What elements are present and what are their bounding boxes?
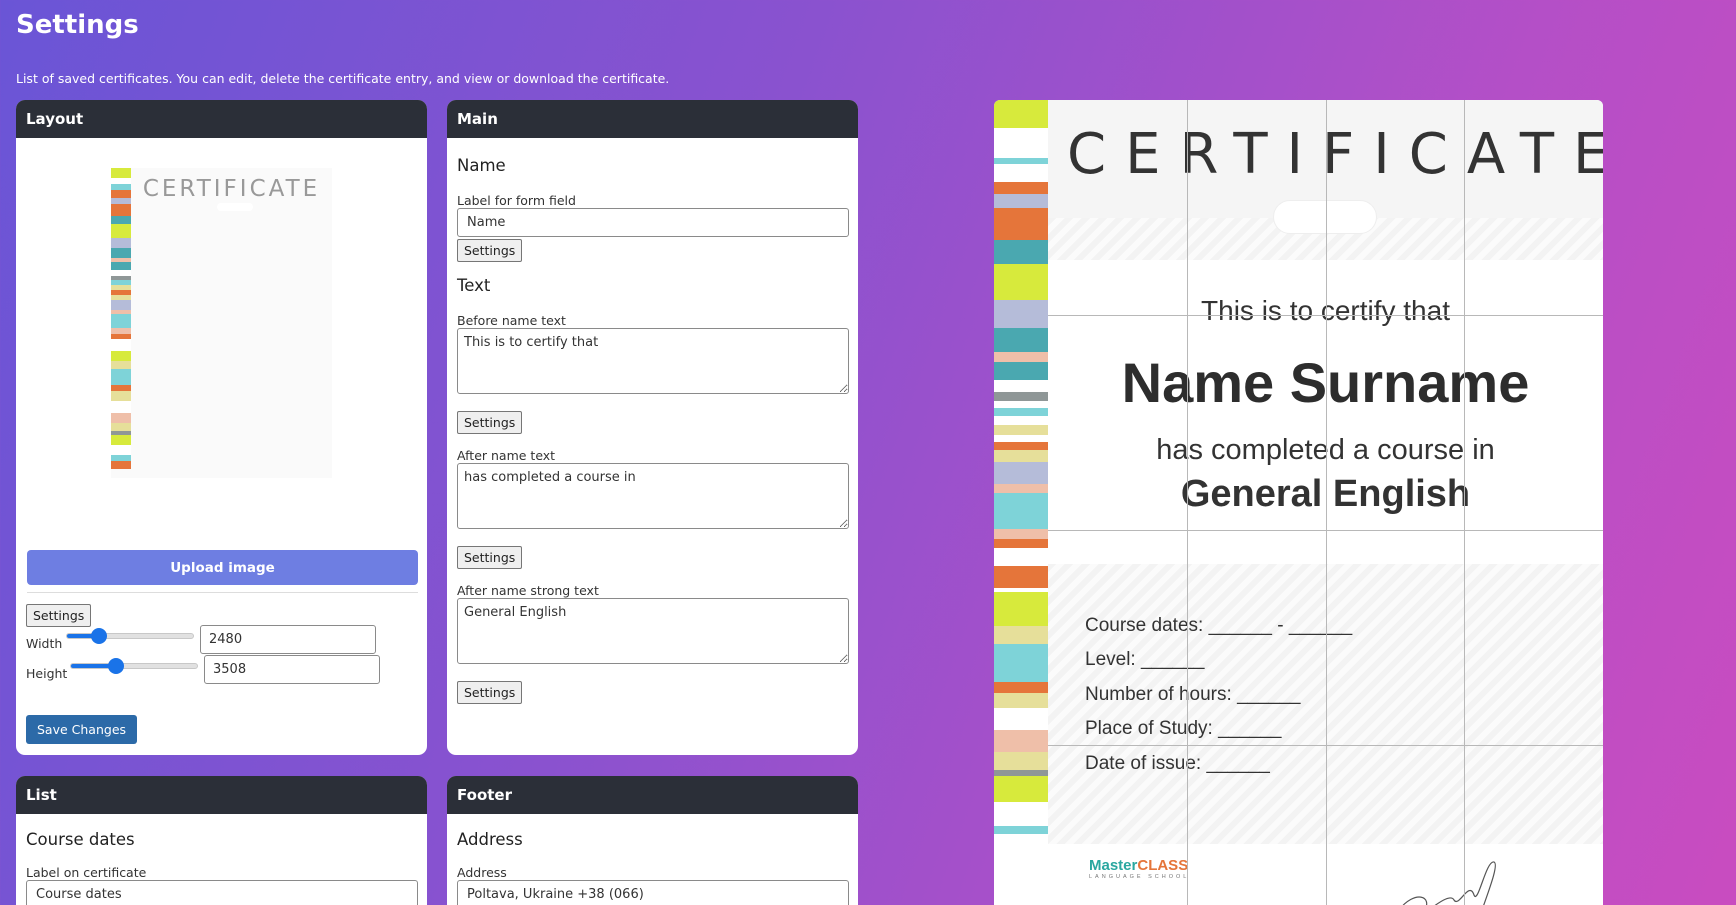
logo-subtitle: LANGUAGE SCHOOL: [1089, 874, 1190, 880]
grid-line: [1187, 100, 1188, 905]
grid-line: [1048, 745, 1603, 746]
course-dates-input[interactable]: [26, 880, 418, 905]
after-name-strong-settings-button[interactable]: Settings: [457, 681, 523, 704]
before-name-settings-button[interactable]: Settings: [457, 411, 523, 434]
certificate-line-hours: Number of hours: ______: [1085, 684, 1301, 705]
certificate-pill: [1273, 200, 1377, 234]
grid-line: [1464, 100, 1465, 905]
width-label: Width: [26, 636, 63, 651]
before-name-textarea[interactable]: This is to certify that: [457, 328, 849, 394]
after-name-strong-label: After name strong text: [457, 583, 599, 598]
name-settings-button[interactable]: Settings: [457, 239, 523, 262]
width-slider[interactable]: [66, 628, 194, 644]
width-input[interactable]: [200, 625, 376, 654]
logo-class: CLASS: [1137, 857, 1189, 874]
layout-card: Layout CERTIFICATE Upload image Settings…: [16, 100, 427, 755]
thumbnail-pill: [217, 203, 253, 211]
certificate-line-dates: Course dates: ______ - ______: [1085, 615, 1353, 636]
text-section-title: Text: [457, 276, 491, 295]
course-dates-section-title: Course dates: [26, 830, 135, 849]
address-input[interactable]: [457, 880, 849, 905]
certificate-line-issue: Date of issue: ______: [1085, 753, 1270, 774]
height-slider-thumb[interactable]: [108, 658, 125, 674]
after-name-settings-button[interactable]: Settings: [457, 546, 523, 569]
save-changes-button[interactable]: Save Changes: [26, 715, 138, 744]
certificate-line-place: Place of Study: ______: [1085, 718, 1282, 739]
divider: [27, 592, 418, 593]
layout-card-header: Layout: [16, 100, 427, 138]
page-title: Settings: [16, 10, 139, 40]
layout-settings-button[interactable]: Settings: [26, 604, 92, 627]
after-name-strong-textarea[interactable]: General English: [457, 598, 849, 664]
thumbnail-title: CERTIFICATE: [142, 176, 321, 202]
address-field-label: Address: [457, 865, 507, 880]
name-field-input[interactable]: [457, 208, 849, 237]
layout-thumbnail: CERTIFICATE: [111, 168, 332, 478]
address-section-title: Address: [457, 830, 523, 849]
certificate-stripes: [994, 100, 1048, 905]
main-card-header: Main: [447, 100, 858, 138]
footer-card-header: Footer: [447, 776, 858, 814]
grid-line: [1048, 315, 1603, 316]
course-dates-field-label: Label on certificate: [26, 865, 147, 880]
name-field-label: Label for form field: [457, 193, 576, 208]
after-name-textarea[interactable]: has completed a course in: [457, 463, 849, 529]
logo-master: Master: [1089, 857, 1138, 874]
certificate-preview: CERTIFICATE This is to certify that Name…: [994, 100, 1603, 905]
name-section-title: Name: [457, 156, 506, 175]
height-label: Height: [26, 666, 68, 681]
after-name-label: After name text: [457, 448, 556, 463]
grid-line: [1048, 530, 1603, 531]
upload-image-button[interactable]: Upload image: [27, 550, 418, 585]
height-input[interactable]: [204, 655, 380, 684]
signature: [1402, 861, 1496, 905]
grid-line: [1326, 100, 1327, 905]
footer-card: Footer Address Address: [447, 776, 858, 905]
width-slider-thumb[interactable]: [90, 628, 107, 644]
list-card-header: List: [16, 776, 427, 814]
school-logo: MasterCLASS LANGUAGE SCHOOL: [1089, 857, 1189, 880]
main-card: Main Name Label for form field Settings …: [447, 100, 858, 755]
height-slider[interactable]: [70, 658, 198, 674]
before-name-label: Before name text: [457, 313, 566, 328]
page-description: List of saved certificates. You can edit…: [16, 71, 670, 86]
list-card: List Course dates Label on certificate: [16, 776, 427, 905]
thumbnail-stripes: [111, 168, 131, 478]
